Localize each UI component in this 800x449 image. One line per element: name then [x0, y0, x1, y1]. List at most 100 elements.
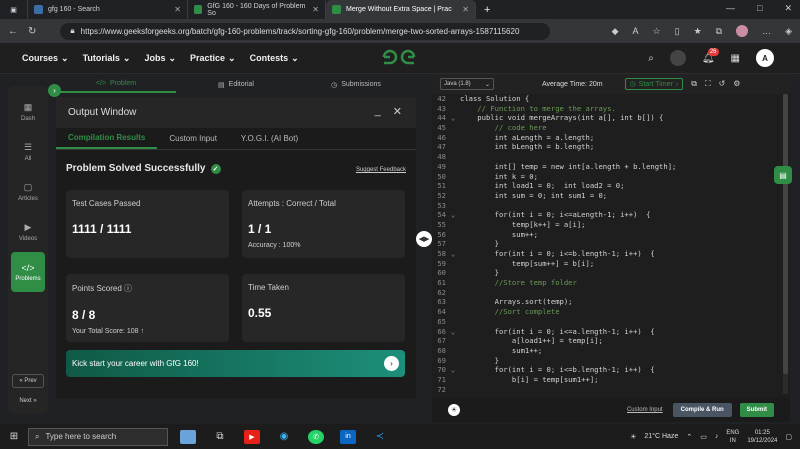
close-window-button[interactable]: ✕ — [784, 3, 792, 14]
close-tab-icon[interactable]: ✕ — [174, 5, 181, 14]
fold-icon[interactable]: ⌄ — [446, 365, 460, 375]
settings-icon[interactable]: ⚙ — [733, 79, 740, 89]
search-icon[interactable]: ⌕ — [648, 53, 654, 64]
start-timer-button[interactable]: ◷ Start Timer › — [624, 78, 684, 90]
fullscreen-icon[interactable]: ⛶ — [705, 79, 711, 89]
line-number: 72 — [437, 384, 446, 394]
extension-icon[interactable]: ◆ — [612, 26, 619, 37]
tab-actions-icon[interactable]: ▣ — [0, 0, 28, 19]
custom-input-link[interactable]: Custom Input — [627, 407, 663, 413]
tray-chevron-icon[interactable]: ⌃ — [686, 433, 692, 441]
notifications-icon[interactable]: ▢ — [785, 433, 792, 441]
new-tab-button[interactable]: + — [484, 4, 490, 16]
panel-splitter-icon[interactable]: ◀▶ — [416, 231, 432, 247]
linkedin-icon[interactable]: in — [340, 429, 356, 444]
theme-toggle-icon[interactable] — [669, 50, 686, 66]
fold-gutter — [446, 307, 460, 317]
minimize-button[interactable]: — — [726, 3, 735, 14]
edge-icon[interactable]: ◉ — [276, 430, 292, 444]
favorite-icon[interactable]: ☆ — [653, 26, 661, 37]
read-aloud-icon[interactable]: A — [633, 26, 639, 36]
time-taken-card: Time Taken 0.55 — [242, 274, 405, 342]
tab-custom-input[interactable]: Custom Input — [157, 128, 229, 149]
sidebar-item-articles[interactable]: ▢ Articles — [8, 172, 48, 212]
back-icon[interactable]: ← — [8, 26, 18, 37]
translate-icon[interactable]: ▦ — [731, 53, 740, 64]
info-icon[interactable]: ⓘ — [124, 284, 132, 293]
fold-icon[interactable]: ⌄ — [446, 113, 460, 123]
submit-button[interactable]: Submit — [739, 403, 774, 417]
tab-gfg-search[interactable]: gfg 160 - Search ✕ — [28, 0, 188, 19]
tab-yogi-bot[interactable]: Y.O.G.I. (AI Bot) — [229, 128, 310, 149]
code-line: 64 //Sort complete — [432, 307, 790, 317]
nav-tutorials[interactable]: Tutorials ⌄ — [83, 53, 131, 64]
card-value: 1 / 1 — [248, 222, 272, 236]
fold-gutter — [446, 239, 460, 249]
refresh-icon[interactable]: ↻ — [28, 26, 36, 37]
clock[interactable]: 01:25 19/12/2024 — [747, 429, 777, 445]
volume-icon[interactable]: ♪ — [715, 433, 719, 440]
tab-gfg-160[interactable]: GfG 160 - 160 Days of Problem So ✕ — [188, 0, 326, 19]
sidebar-label: Dash — [20, 116, 35, 122]
tab-merge-problem[interactable]: Merge Without Extra Space | Prac ✕ — [326, 0, 476, 19]
more-icon[interactable]: … — [762, 26, 771, 36]
chat-icon[interactable]: ▤ — [774, 166, 792, 184]
reset-icon[interactable]: ↺ — [719, 79, 726, 89]
youtube-icon[interactable]: ▶ — [244, 429, 260, 444]
windows-start-icon[interactable]: ⊞ — [0, 431, 28, 442]
copilot-icon[interactable]: ◈ — [785, 26, 792, 37]
suggest-feedback-link[interactable]: Suggest Feedback — [356, 167, 406, 173]
input-language[interactable]: ENG IN — [726, 429, 739, 445]
fold-icon[interactable]: ⌄ — [446, 210, 460, 220]
widgets-icon[interactable] — [180, 429, 196, 444]
maximize-button[interactable]: □ — [757, 3, 762, 14]
arrow-right-icon[interactable]: › — [384, 356, 399, 371]
notification-bell-icon[interactable]: 🔔︎ 26 — [702, 47, 719, 64]
code-line: 60 } — [432, 268, 790, 278]
sidebar-item-problems[interactable]: </> Problems — [11, 252, 45, 292]
scroll-thumb[interactable] — [783, 94, 788, 374]
fold-icon[interactable]: ⌄ — [446, 327, 460, 337]
weather-icon[interactable]: ☀ — [630, 433, 636, 441]
minimize-output-icon[interactable]: _ — [375, 105, 381, 118]
fold-gutter — [446, 94, 460, 104]
tab-editorial[interactable]: ▤ Editorial — [176, 76, 296, 93]
next-button[interactable]: Next » — [12, 394, 44, 408]
sidebar-item-videos[interactable]: ▶ Videos — [8, 212, 48, 252]
nav-practice[interactable]: Practice ⌄ — [190, 53, 236, 64]
promo-banner[interactable]: Kick start your career with GfG 160! › — [66, 350, 405, 377]
theme-bulb-icon[interactable]: ☀ — [448, 404, 460, 416]
whatsapp-icon[interactable]: ✆ — [308, 429, 324, 444]
tab-problem[interactable]: </> Problem — [56, 76, 176, 93]
vscode-icon[interactable]: ≺ — [372, 430, 388, 444]
editor-scrollbar[interactable] — [783, 94, 788, 394]
collections-icon[interactable]: ⧉ — [716, 26, 722, 37]
gfg-logo[interactable] — [380, 47, 418, 72]
nav-jobs[interactable]: Jobs ⌄ — [144, 53, 176, 64]
url-field[interactable]: 🔒︎ https://www.geeksforgeeks.org/batch/gf… — [60, 22, 551, 40]
sidebar-item-dash[interactable]: ▦ Dash — [8, 92, 48, 132]
profile-avatar[interactable] — [736, 25, 749, 37]
language-select[interactable]: Java (1.8) ⌄ — [440, 78, 494, 90]
split-screen-icon[interactable]: ▯ — [675, 26, 680, 37]
tab-compilation-results[interactable]: Compilation Results — [56, 128, 158, 149]
close-tab-icon[interactable]: ✕ — [312, 5, 319, 14]
tab-submissions[interactable]: ◷ Submissions — [296, 76, 416, 93]
fold-gutter — [446, 201, 460, 211]
close-output-icon[interactable]: ✕ — [393, 105, 402, 118]
task-view-icon[interactable]: ⧉ — [212, 430, 228, 444]
fold-icon[interactable]: ⌄ — [446, 249, 460, 259]
user-avatar[interactable]: A — [756, 49, 774, 67]
sidebar-item-all[interactable]: ☰ All — [8, 132, 48, 172]
network-icon[interactable]: ▭ — [700, 433, 707, 441]
compile-run-button[interactable]: Compile & Run — [672, 403, 732, 417]
favorites-bar-icon[interactable]: ★ — [694, 26, 702, 37]
copy-icon[interactable]: ⧉ — [691, 79, 697, 89]
taskbar-search[interactable]: ⌕ Type here to search — [28, 427, 168, 446]
nav-contests[interactable]: Contests ⌄ — [250, 53, 299, 64]
code-line: 48 — [432, 152, 790, 162]
code-area[interactable]: 42 class Solution {43 // Function to merg… — [432, 94, 790, 398]
nav-courses[interactable]: Courses ⌄ — [22, 53, 69, 64]
close-tab-icon[interactable]: ✕ — [462, 5, 469, 14]
prev-button[interactable]: « Prev — [12, 374, 44, 388]
